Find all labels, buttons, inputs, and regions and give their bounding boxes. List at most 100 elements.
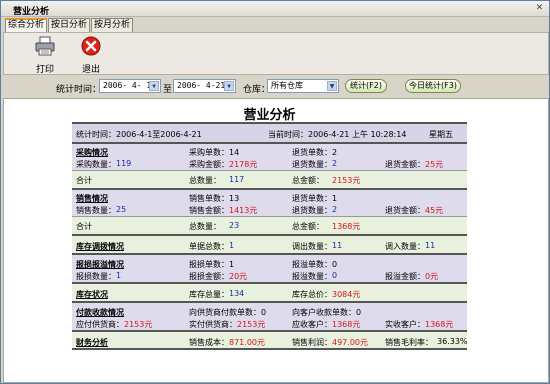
exit-button[interactable]: 退出	[74, 35, 108, 75]
purchase-return-amount: 25元	[425, 160, 444, 169]
profit: 497.00元	[332, 338, 368, 347]
weekday: 星期五	[429, 130, 453, 139]
overflow-amount-label: 报溢金额：	[385, 272, 425, 281]
purchase-qty-label: 采购数量：	[76, 160, 116, 169]
sales-qty: 25	[116, 205, 127, 214]
purchase-amount-label: 采购金额：	[189, 160, 229, 169]
chevron-down-icon[interactable]: ▼	[149, 81, 159, 91]
date-from-field[interactable]: 2006- 4- 1 ▼	[99, 79, 161, 93]
to-label: 至	[163, 85, 173, 95]
stock-qty: 134	[229, 289, 245, 298]
warehouse-label: 仓库：	[243, 85, 271, 95]
transfer-out-label: 调出数量：	[292, 242, 332, 251]
margin-label: 销售毛利率：	[385, 338, 433, 347]
purchase-total-amount: 2153元	[332, 176, 361, 185]
sales-total-qty-label: 总数量：	[189, 222, 221, 231]
cost: 871.00元	[229, 338, 265, 347]
tab-daily[interactable]: 按日分析	[48, 18, 90, 32]
stock-qty-label: 库存总量：	[189, 290, 229, 299]
profit-label: 销售利润：	[292, 338, 332, 347]
stat-button[interactable]: 统计(F2)	[345, 79, 387, 93]
period-row: 统计时间：2006-4-1至2006-4-21 当前时间：2006-4-21 上…	[72, 122, 467, 142]
date-from-value: 2006- 4- 1	[103, 81, 152, 90]
cost-label: 销售成本：	[189, 338, 229, 347]
transfer-section: 库存调拨情况 单据总数： 1 调出数量： 11 调入数量： 11	[72, 234, 467, 253]
sales-total-amount-label: 总金额：	[292, 222, 324, 231]
purchase-return-amount-label: 退货金额：	[385, 160, 425, 169]
tab-overall[interactable]: 综合分析	[5, 18, 47, 32]
sales-total-amount: 1368元	[332, 222, 361, 231]
sales-total-row: 合计 总数量： 23 总金额： 1368元	[72, 216, 467, 234]
transfer-out: 11	[332, 241, 343, 250]
warehouse-value: 所有仓库	[271, 81, 303, 90]
receivable: 1368元	[332, 320, 361, 329]
overflow-amount: 0元	[425, 272, 439, 281]
loss-amount: 20元	[229, 272, 248, 281]
transfer-docs: 1	[229, 241, 235, 250]
date-to-value: 2006- 4-21	[177, 81, 226, 90]
overflow-qty-label: 报溢数量：	[292, 272, 332, 281]
purchase-return-qty: 2	[332, 159, 338, 168]
chevron-down-icon[interactable]: ▼	[224, 81, 234, 91]
overflow-orders: 报溢单数：0	[292, 260, 338, 269]
received-label: 实收客户：	[385, 320, 425, 329]
loss-amount-label: 报损金额：	[189, 272, 229, 281]
transfer-in: 11	[425, 241, 436, 250]
sales-section: 销售情况 销售单数：13 退货单数：1 销售数量： 25 销售金额： 1413元…	[72, 188, 467, 216]
sales-return-qty-label: 退货数量：	[292, 206, 332, 215]
sales-amount: 1413元	[229, 206, 258, 215]
payments-section: 付款收款情况 向供货商付款单数：0 向客户收款单数：0 应付供货商： 2153元…	[72, 301, 467, 330]
sales-return-amount-label: 退货金额：	[385, 206, 425, 215]
printer-icon	[35, 36, 55, 56]
exit-icon	[81, 36, 101, 56]
payments-header: 付款收款情况	[76, 308, 124, 317]
purchase-section: 采购情况 采购单数：14 退货单数：2 采购数量： 119 采购金额： 2178…	[72, 142, 467, 170]
transfer-in-label: 调入数量：	[385, 242, 425, 251]
purchase-total-qty-label: 总数量：	[189, 176, 221, 185]
purchase-total-amount-label: 总金额：	[292, 176, 324, 185]
close-icon[interactable]: ✕	[534, 3, 545, 14]
print-button[interactable]: 打印	[28, 35, 62, 75]
period-text: 统计时间：2006-4-1至2006-4-21	[76, 130, 202, 139]
app-window: 营业分析 ✕ 综合分析 按日分析 按月分析 打印 退出 统计时间： 2006- …	[0, 0, 550, 384]
loss-qty: 1	[116, 271, 122, 280]
period-label: 统计时间：	[56, 85, 102, 95]
today-stat-button[interactable]: 今日统计(F3)	[405, 79, 461, 93]
margin: 36.33%	[437, 337, 468, 346]
sales-header: 销售情况	[76, 194, 108, 203]
toolbar: 打印 退出	[3, 32, 549, 75]
loss-section: 报损报溢情况 报损单数：1 报溢单数：0 报损数量： 1 报损金额： 20元 报…	[72, 253, 467, 282]
current-time: 当前时间：2006-4-21 上午 10:28:14	[268, 130, 407, 139]
chevron-down-icon[interactable]: ▼	[327, 81, 337, 91]
payable-label: 应付供货商：	[76, 320, 124, 329]
report-area: 营业分析 统计时间：2006-4-1至2006-4-21 当前时间：2006-4…	[3, 98, 549, 383]
sales-amount-label: 销售金额：	[189, 206, 229, 215]
sales-return-amount: 45元	[425, 206, 444, 215]
loss-header: 报损报溢情况	[76, 260, 124, 269]
purchase-return-qty-label: 退货数量：	[292, 160, 332, 169]
purchase-total-row: 合计 总数量： 117 总金额： 2153元	[72, 170, 467, 188]
sales-return-orders: 退货单数：1	[292, 194, 338, 203]
paid-label: 实付供货商：	[189, 320, 237, 329]
tab-monthly[interactable]: 按月分析	[91, 18, 133, 32]
stock-section: 库存状况 库存总量： 134 库存总价： 3084元	[72, 282, 467, 301]
transfer-docs-label: 单据总数：	[189, 242, 229, 251]
finance-header: 财务分析	[76, 338, 108, 347]
filter-bar: 统计时间： 2006- 4- 1 ▼ 至 2006- 4-21 ▼ 仓库： 所有…	[3, 75, 549, 97]
paid: 2153元	[237, 320, 266, 329]
sales-return-qty: 2	[332, 205, 338, 214]
report-title: 营业分析	[243, 108, 296, 123]
transfer-header: 库存调拨情况	[76, 242, 124, 251]
purchase-orders: 采购单数：14	[189, 148, 240, 157]
purchase-amount: 2178元	[229, 160, 258, 169]
print-label: 打印	[35, 65, 54, 75]
warehouse-select[interactable]: 所有仓库 ▼	[267, 79, 339, 93]
loss-orders: 报损单数：1	[189, 260, 235, 269]
customer-receipt-orders: 向客户收款单数：0	[292, 308, 362, 317]
date-to-field[interactable]: 2006- 4-21 ▼	[173, 79, 236, 93]
stock-header: 库存状况	[76, 290, 108, 299]
sales-orders: 销售单数：13	[189, 194, 240, 203]
loss-qty-label: 报损数量：	[76, 272, 116, 281]
sales-total-qty: 23	[229, 221, 240, 230]
title-bar: 营业分析 ✕	[1, 1, 549, 17]
